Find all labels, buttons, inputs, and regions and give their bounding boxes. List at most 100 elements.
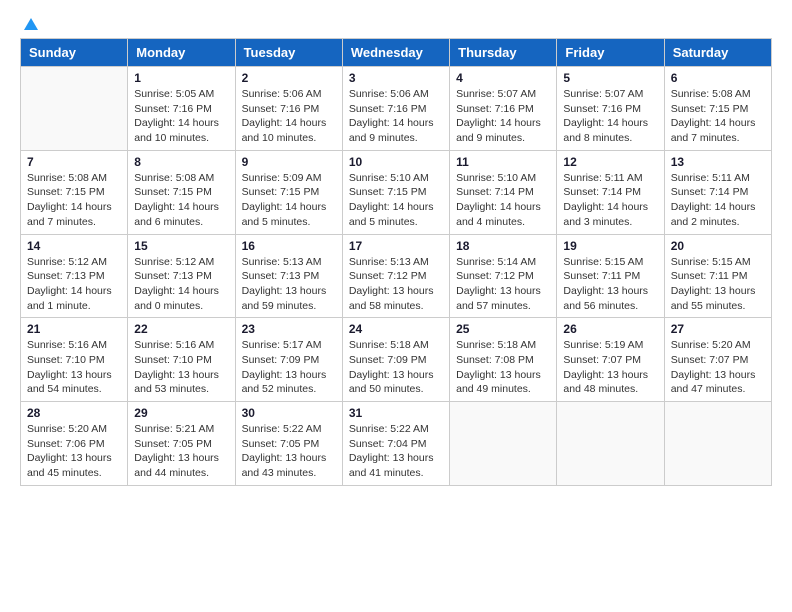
day-number: 29 xyxy=(134,406,228,420)
calendar-header-saturday: Saturday xyxy=(664,39,771,67)
day-number: 28 xyxy=(27,406,121,420)
day-info: Sunrise: 5:20 AM Sunset: 7:07 PM Dayligh… xyxy=(671,338,765,397)
day-info: Sunrise: 5:22 AM Sunset: 7:05 PM Dayligh… xyxy=(242,422,336,481)
day-number: 2 xyxy=(242,71,336,85)
day-info: Sunrise: 5:16 AM Sunset: 7:10 PM Dayligh… xyxy=(27,338,121,397)
day-info: Sunrise: 5:08 AM Sunset: 7:15 PM Dayligh… xyxy=(27,171,121,230)
day-info: Sunrise: 5:15 AM Sunset: 7:11 PM Dayligh… xyxy=(671,255,765,314)
day-number: 3 xyxy=(349,71,443,85)
calendar-cell: 20 Sunrise: 5:15 AM Sunset: 7:11 PM Dayli… xyxy=(664,234,771,318)
calendar-cell: 2 Sunrise: 5:06 AM Sunset: 7:16 PM Daylig… xyxy=(235,67,342,151)
calendar-cell: 12 Sunrise: 5:11 AM Sunset: 7:14 PM Dayli… xyxy=(557,150,664,234)
day-info: Sunrise: 5:07 AM Sunset: 7:16 PM Dayligh… xyxy=(563,87,657,146)
day-number: 1 xyxy=(134,71,228,85)
day-number: 17 xyxy=(349,239,443,253)
day-number: 12 xyxy=(563,155,657,169)
day-number: 30 xyxy=(242,406,336,420)
calendar-cell xyxy=(450,402,557,486)
calendar-cell: 9Sunrise: 5:09 AM Sunset: 7:15 PM Daylig… xyxy=(235,150,342,234)
calendar-cell: 10 Sunrise: 5:10 AM Sunset: 7:15 PM Dayli… xyxy=(342,150,449,234)
calendar-cell: 18 Sunrise: 5:14 AM Sunset: 7:12 PM Dayli… xyxy=(450,234,557,318)
day-info: Sunrise: 5:09 AM Sunset: 7:15 PM Dayligh… xyxy=(242,171,336,230)
day-info: Sunrise: 5:13 AM Sunset: 7:12 PM Dayligh… xyxy=(349,255,443,314)
day-number: 22 xyxy=(134,322,228,336)
day-number: 23 xyxy=(242,322,336,336)
day-number: 19 xyxy=(563,239,657,253)
calendar-cell: 4Sunrise: 5:07 AM Sunset: 7:16 PM Daylig… xyxy=(450,67,557,151)
calendar-cell xyxy=(664,402,771,486)
calendar-cell: 13Sunrise: 5:11 AM Sunset: 7:14 PM Dayli… xyxy=(664,150,771,234)
day-number: 24 xyxy=(349,322,443,336)
calendar-week-5: 28 Sunrise: 5:20 AM Sunset: 7:06 PM Dayli… xyxy=(21,402,772,486)
calendar-cell: 25Sunrise: 5:18 AM Sunset: 7:08 PM Dayli… xyxy=(450,318,557,402)
calendar-cell: 23 Sunrise: 5:17 AM Sunset: 7:09 PM Dayli… xyxy=(235,318,342,402)
logo-icon xyxy=(22,16,40,34)
day-info: Sunrise: 5:17 AM Sunset: 7:09 PM Dayligh… xyxy=(242,338,336,397)
day-number: 14 xyxy=(27,239,121,253)
day-info: Sunrise: 5:08 AM Sunset: 7:15 PM Dayligh… xyxy=(134,171,228,230)
calendar-week-3: 14 Sunrise: 5:12 AM Sunset: 7:13 PM Dayli… xyxy=(21,234,772,318)
day-info: Sunrise: 5:12 AM Sunset: 7:13 PM Dayligh… xyxy=(27,255,121,314)
day-info: Sunrise: 5:22 AM Sunset: 7:04 PM Dayligh… xyxy=(349,422,443,481)
calendar-cell: 27 Sunrise: 5:20 AM Sunset: 7:07 PM Dayli… xyxy=(664,318,771,402)
calendar-cell: 3 Sunrise: 5:06 AM Sunset: 7:16 PM Daylig… xyxy=(342,67,449,151)
calendar-header-wednesday: Wednesday xyxy=(342,39,449,67)
calendar-cell: 22 Sunrise: 5:16 AM Sunset: 7:10 PM Dayli… xyxy=(128,318,235,402)
day-info: Sunrise: 5:07 AM Sunset: 7:16 PM Dayligh… xyxy=(456,87,550,146)
day-number: 31 xyxy=(349,406,443,420)
day-info: Sunrise: 5:20 AM Sunset: 7:06 PM Dayligh… xyxy=(27,422,121,481)
day-number: 6 xyxy=(671,71,765,85)
day-number: 16 xyxy=(242,239,336,253)
day-number: 10 xyxy=(349,155,443,169)
day-number: 21 xyxy=(27,322,121,336)
day-info: Sunrise: 5:11 AM Sunset: 7:14 PM Dayligh… xyxy=(563,171,657,230)
calendar-cell: 14 Sunrise: 5:12 AM Sunset: 7:13 PM Dayli… xyxy=(21,234,128,318)
day-info: Sunrise: 5:05 AM Sunset: 7:16 PM Dayligh… xyxy=(134,87,228,146)
day-number: 20 xyxy=(671,239,765,253)
calendar-cell: 28 Sunrise: 5:20 AM Sunset: 7:06 PM Dayli… xyxy=(21,402,128,486)
calendar-cell: 17 Sunrise: 5:13 AM Sunset: 7:12 PM Dayli… xyxy=(342,234,449,318)
calendar-cell: 26 Sunrise: 5:19 AM Sunset: 7:07 PM Dayli… xyxy=(557,318,664,402)
day-info: Sunrise: 5:12 AM Sunset: 7:13 PM Dayligh… xyxy=(134,255,228,314)
calendar-header-monday: Monday xyxy=(128,39,235,67)
calendar-header-thursday: Thursday xyxy=(450,39,557,67)
day-info: Sunrise: 5:14 AM Sunset: 7:12 PM Dayligh… xyxy=(456,255,550,314)
day-info: Sunrise: 5:15 AM Sunset: 7:11 PM Dayligh… xyxy=(563,255,657,314)
day-number: 15 xyxy=(134,239,228,253)
day-number: 26 xyxy=(563,322,657,336)
calendar-cell: 29 Sunrise: 5:21 AM Sunset: 7:05 PM Dayli… xyxy=(128,402,235,486)
calendar-cell: 30 Sunrise: 5:22 AM Sunset: 7:05 PM Dayli… xyxy=(235,402,342,486)
day-info: Sunrise: 5:10 AM Sunset: 7:14 PM Dayligh… xyxy=(456,171,550,230)
calendar-cell: 21 Sunrise: 5:16 AM Sunset: 7:10 PM Dayli… xyxy=(21,318,128,402)
day-info: Sunrise: 5:06 AM Sunset: 7:16 PM Dayligh… xyxy=(242,87,336,146)
day-number: 25 xyxy=(456,322,550,336)
day-number: 27 xyxy=(671,322,765,336)
calendar-cell: 7Sunrise: 5:08 AM Sunset: 7:15 PM Daylig… xyxy=(21,150,128,234)
day-info: Sunrise: 5:18 AM Sunset: 7:09 PM Dayligh… xyxy=(349,338,443,397)
calendar-cell: 24 Sunrise: 5:18 AM Sunset: 7:09 PM Dayli… xyxy=(342,318,449,402)
day-number: 8 xyxy=(134,155,228,169)
calendar-cell: 11 Sunrise: 5:10 AM Sunset: 7:14 PM Dayli… xyxy=(450,150,557,234)
day-info: Sunrise: 5:13 AM Sunset: 7:13 PM Dayligh… xyxy=(242,255,336,314)
day-info: Sunrise: 5:06 AM Sunset: 7:16 PM Dayligh… xyxy=(349,87,443,146)
calendar-header-sunday: Sunday xyxy=(21,39,128,67)
calendar-table: SundayMondayTuesdayWednesdayThursdayFrid… xyxy=(20,38,772,486)
day-info: Sunrise: 5:11 AM Sunset: 7:14 PM Dayligh… xyxy=(671,171,765,230)
calendar-cell: 6Sunrise: 5:08 AM Sunset: 7:15 PM Daylig… xyxy=(664,67,771,151)
calendar-cell: 1 Sunrise: 5:05 AM Sunset: 7:16 PM Daylig… xyxy=(128,67,235,151)
day-info: Sunrise: 5:16 AM Sunset: 7:10 PM Dayligh… xyxy=(134,338,228,397)
calendar-cell: 15 Sunrise: 5:12 AM Sunset: 7:13 PM Dayli… xyxy=(128,234,235,318)
calendar-cell: 8 Sunrise: 5:08 AM Sunset: 7:15 PM Daylig… xyxy=(128,150,235,234)
calendar-week-2: 7Sunrise: 5:08 AM Sunset: 7:15 PM Daylig… xyxy=(21,150,772,234)
calendar-cell: 16 Sunrise: 5:13 AM Sunset: 7:13 PM Dayli… xyxy=(235,234,342,318)
calendar-cell: 31 Sunrise: 5:22 AM Sunset: 7:04 PM Dayli… xyxy=(342,402,449,486)
calendar-body: 1 Sunrise: 5:05 AM Sunset: 7:16 PM Daylig… xyxy=(21,67,772,486)
day-info: Sunrise: 5:10 AM Sunset: 7:15 PM Dayligh… xyxy=(349,171,443,230)
day-info: Sunrise: 5:21 AM Sunset: 7:05 PM Dayligh… xyxy=(134,422,228,481)
day-number: 11 xyxy=(456,155,550,169)
logo xyxy=(20,20,40,30)
calendar-week-1: 1 Sunrise: 5:05 AM Sunset: 7:16 PM Daylig… xyxy=(21,67,772,151)
day-number: 18 xyxy=(456,239,550,253)
header xyxy=(20,20,772,30)
day-info: Sunrise: 5:19 AM Sunset: 7:07 PM Dayligh… xyxy=(563,338,657,397)
